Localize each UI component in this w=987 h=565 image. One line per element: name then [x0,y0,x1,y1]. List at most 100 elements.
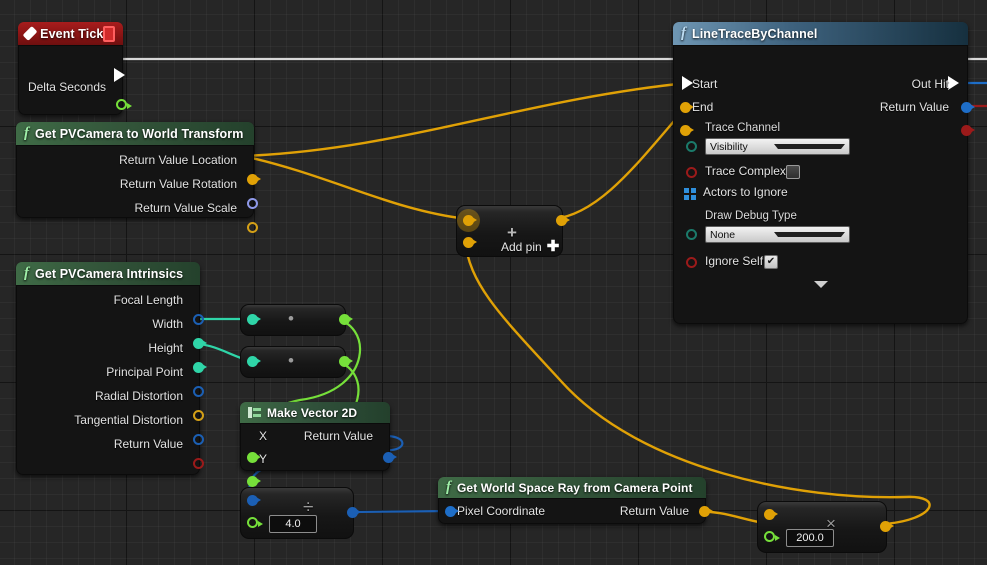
event-stop-icon [103,25,115,42]
blueprint-graph-canvas[interactable]: Event Tick Delta Seconds f Get PVCamera … [0,0,987,565]
pin-label-return-value: Return Value [113,437,183,451]
pin-pixel-coordinate[interactable] [445,506,459,517]
make-struct-icon [248,407,261,418]
node-add[interactable]: + Add pin ✚ [456,205,570,257]
node-camera-intrinsics-header: f Get PVCamera Intrinsics [16,262,200,285]
pin-label-out-hit: Out Hit [911,76,949,91]
pin-add-input-b[interactable] [463,237,477,248]
function-icon: f [446,479,451,495]
pin-label-radial-distortion: Radial Distortion [94,389,183,403]
label-draw-debug-type: Draw Debug Type [705,210,797,222]
pin-label-height: Height [148,341,183,355]
multiply-operator-symbol: × [826,514,836,533]
pin-label-return-value-scale: Return Value Scale [134,201,237,215]
pin-convert-height-out[interactable] [339,356,353,367]
pin-label-width: Width [152,317,183,331]
pin-label-y: Y [259,452,268,466]
pin-add-output[interactable] [556,215,570,226]
node-get-world-space-ray-from-camera-point[interactable]: f Get World Space Ray from Camera Point … [438,477,713,524]
pin-label-focal-length: Focal Length [113,293,183,307]
node-line-trace-by-channel[interactable]: f LineTraceByChannel Start Out Hit End R… [673,22,975,324]
node-get-pvcamera-to-world-transform[interactable]: f Get PVCamera to World Transform Return… [16,122,261,233]
node-get-pvcamera-intrinsics[interactable]: f Get PVCamera Intrinsics Focal Length W… [16,262,207,475]
node-convert-height-to-float[interactable]: • [240,346,353,378]
node-title: Event Tick [40,26,104,41]
actors-to-ignore-array-icon [684,188,696,200]
node-title: Make Vector 2D [267,405,358,420]
node-world-ray-header: f Get World Space Ray from Camera Point [438,477,706,498]
pin-label-tangential-distortion: Tangential Distortion [74,413,183,427]
pin-label-delta-seconds: Delta Seconds [27,80,106,94]
pin-label-return-value: Return Value [303,429,373,443]
expand-node-arrow-icon[interactable] [813,281,828,288]
pin-return-value-scale[interactable] [247,222,258,233]
node-title: Get PVCamera Intrinsics [35,266,184,281]
chevron-down-icon [773,232,845,237]
pin-return-value-ray[interactable] [699,506,713,517]
chevron-down-icon [773,144,845,149]
function-icon: f [681,25,686,41]
node-camera-intrinsics-body: Focal Length Width Height Principal Poin… [16,285,207,475]
pin-label-start: Start [692,76,718,91]
node-convert-width-to-float[interactable]: • [240,304,353,336]
multiply-value: 200.0 [796,532,824,544]
draw-debug-type-value: None [710,228,736,241]
node-camera-transform-header: f Get PVCamera to World Transform [16,122,254,145]
label-actors-to-ignore: Actors to Ignore [703,185,788,199]
divide-value: 4.0 [285,518,301,530]
node-line-trace-body: Start Out Hit End Return Value Trace Cha… [673,45,975,324]
trace-channel-dropdown[interactable]: Visibility [705,138,850,155]
node-make-vector-2d-header: Make Vector 2D [240,402,390,423]
pin-label-return-value: Return Value [619,504,689,518]
pin-y[interactable] [247,476,261,487]
pin-multiply-input-a[interactable] [764,509,778,520]
pin-add-input-a[interactable] [463,215,477,226]
pin-label-return-value-rotation: Return Value Rotation [119,177,237,191]
trace-complex-checkbox[interactable] [786,165,800,179]
ignore-self-checkbox[interactable] [764,255,778,269]
pin-multiply-output[interactable] [880,521,894,532]
node-make-vector-2d[interactable]: Make Vector 2D X Return Value Y [240,402,397,487]
trace-channel-value: Visibility [710,140,748,153]
pin-label-end: End [692,99,714,114]
node-multiply[interactable]: 200.0 × [757,501,894,553]
pin-multiply-input-b[interactable] [764,531,780,542]
node-make-vector-2d-body: X Return Value Y [240,423,397,487]
pin-ignore-self[interactable] [686,257,697,268]
pin-draw-debug-type[interactable] [686,229,697,240]
label-trace-complex: Trace Complex [705,164,786,178]
draw-debug-type-dropdown[interactable]: None [705,226,850,243]
pin-trace-complex[interactable] [686,167,697,178]
node-camera-transform-body: Return Value Location Return Value Rotat… [16,145,261,233]
node-line-trace-header: f LineTraceByChannel [673,22,968,45]
node-title: Get World Space Ray from Camera Point [457,480,693,495]
pin-label-return-value-location: Return Value Location [119,153,237,167]
node-world-ray-body: Pixel Coordinate Return Value [438,498,713,524]
pin-divide-input-a[interactable] [247,495,261,506]
node-title: Get PVCamera to World Transform [35,126,244,141]
pin-trace-channel[interactable] [686,141,697,152]
pin-label-return-value: Return Value [879,99,949,114]
node-divide[interactable]: 4.0 ÷ [240,487,361,539]
add-pin-control[interactable]: Add pin ✚ [501,239,559,254]
add-pin-label: Add pin [501,239,542,254]
pin-label-principal-point: Principal Point [106,365,183,379]
pin-delta-seconds[interactable] [116,99,132,110]
convert-height-dot-icon: • [288,351,294,370]
label-trace-channel: Trace Channel [705,122,781,134]
pin-convert-width-in[interactable] [247,314,261,325]
pin-divide-input-b[interactable] [247,517,263,528]
node-title: LineTraceByChannel [692,26,818,41]
pin-convert-width-out[interactable] [339,314,353,325]
pin-divide-output[interactable] [347,507,361,518]
function-icon: f [24,125,29,141]
plus-icon: ✚ [546,238,560,255]
event-diamond-icon [22,26,38,41]
pin-convert-height-in[interactable] [247,356,261,367]
pin-label-pixel-coordinate: Pixel Coordinate [457,504,546,518]
node-event-tick-header: Event Tick [18,22,123,45]
node-event-tick[interactable]: Event Tick Delta Seconds [18,22,132,115]
pin-label-x: X [259,429,268,443]
pin-return-value-bool[interactable] [193,458,204,469]
divide-operator-symbol: ÷ [303,497,314,518]
